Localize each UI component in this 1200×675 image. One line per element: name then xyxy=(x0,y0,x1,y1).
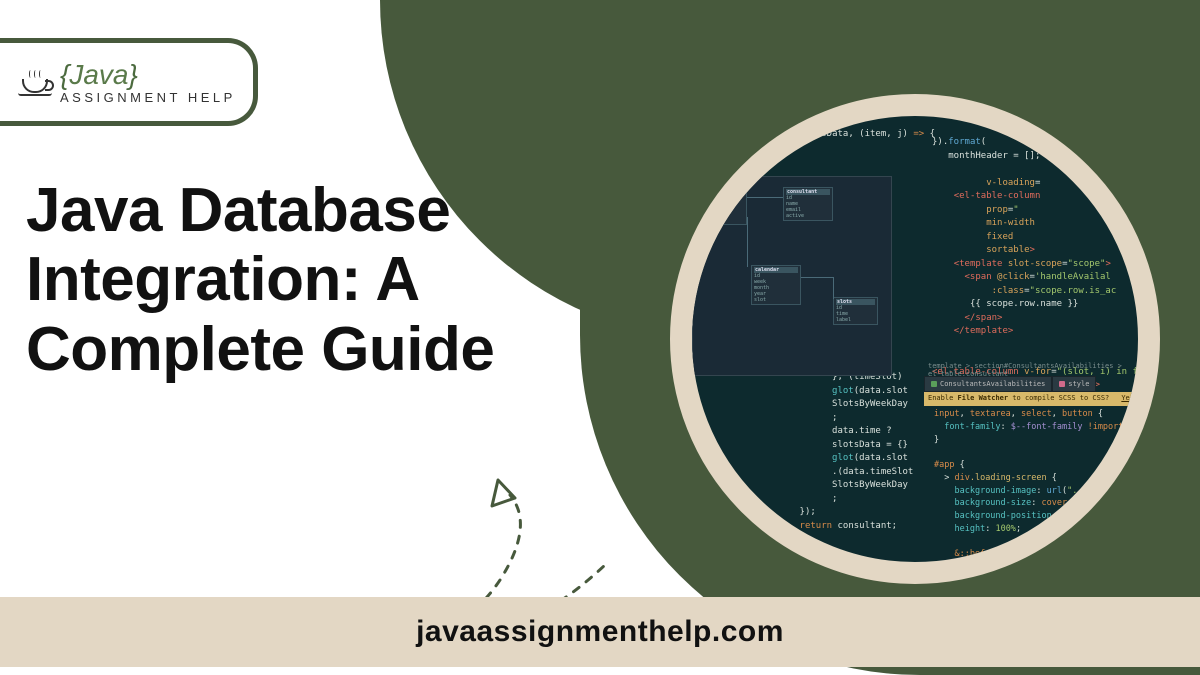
footer-url: javaassignmenthelp.com xyxy=(416,615,784,649)
file-watcher-yes: Yes xyxy=(1121,394,1134,404)
page-title: Java Database Integration: A Complete Gu… xyxy=(26,176,566,384)
file-watcher-text: to compile SCSS to CSS? xyxy=(1012,394,1109,402)
db-table-slots: slots idtimelabel xyxy=(833,297,878,325)
code-canvas: .forEach(this.weekSlotsData, (item, j) =… xyxy=(692,116,1138,562)
file-watcher-bar: Enable File Watcher to compile SCSS to C… xyxy=(924,392,1138,406)
editor-tab-consultants: ConsultantsAvailabilities xyxy=(924,376,1052,392)
logo-text: {Java} ASSIGNMENT HELP xyxy=(60,61,236,104)
logo-subtitle: ASSIGNMENT HELP xyxy=(60,91,236,104)
logo-java-word: Java xyxy=(69,59,128,90)
footer-band: javaassignmenthelp.com xyxy=(0,597,1200,667)
editor-tab-style: style xyxy=(1052,376,1096,392)
code-right-bottom: input, textarea, select, button { font-f… xyxy=(934,408,1154,584)
scss-file-icon xyxy=(1059,381,1065,387)
coffee-cup-icon xyxy=(18,70,52,96)
vue-file-icon xyxy=(931,381,937,387)
database-diagram-panel: element idnametypecreatedslot_iduser_id … xyxy=(692,176,892,376)
db-table-consultant: consultant idnameemailactive xyxy=(783,187,833,221)
editor-tabs: ConsultantsAvailabilities style xyxy=(924,376,1096,392)
code-right-top: }).format( monthHeader = []; v-loading= … xyxy=(932,136,1152,393)
code-screenshot-circle: .forEach(this.weekSlotsData, (item, j) =… xyxy=(670,94,1160,584)
logo-container: {Java} ASSIGNMENT HELP xyxy=(0,38,258,126)
logo: {Java} ASSIGNMENT HELP xyxy=(0,43,253,121)
db-table-element: element idnametypecreatedslot_iduser_id xyxy=(695,179,747,225)
logo-brace-close: } xyxy=(129,59,138,90)
db-table-calendar: calendar idweekmonthyearslot xyxy=(751,265,801,305)
logo-brace-open: { xyxy=(60,59,69,90)
